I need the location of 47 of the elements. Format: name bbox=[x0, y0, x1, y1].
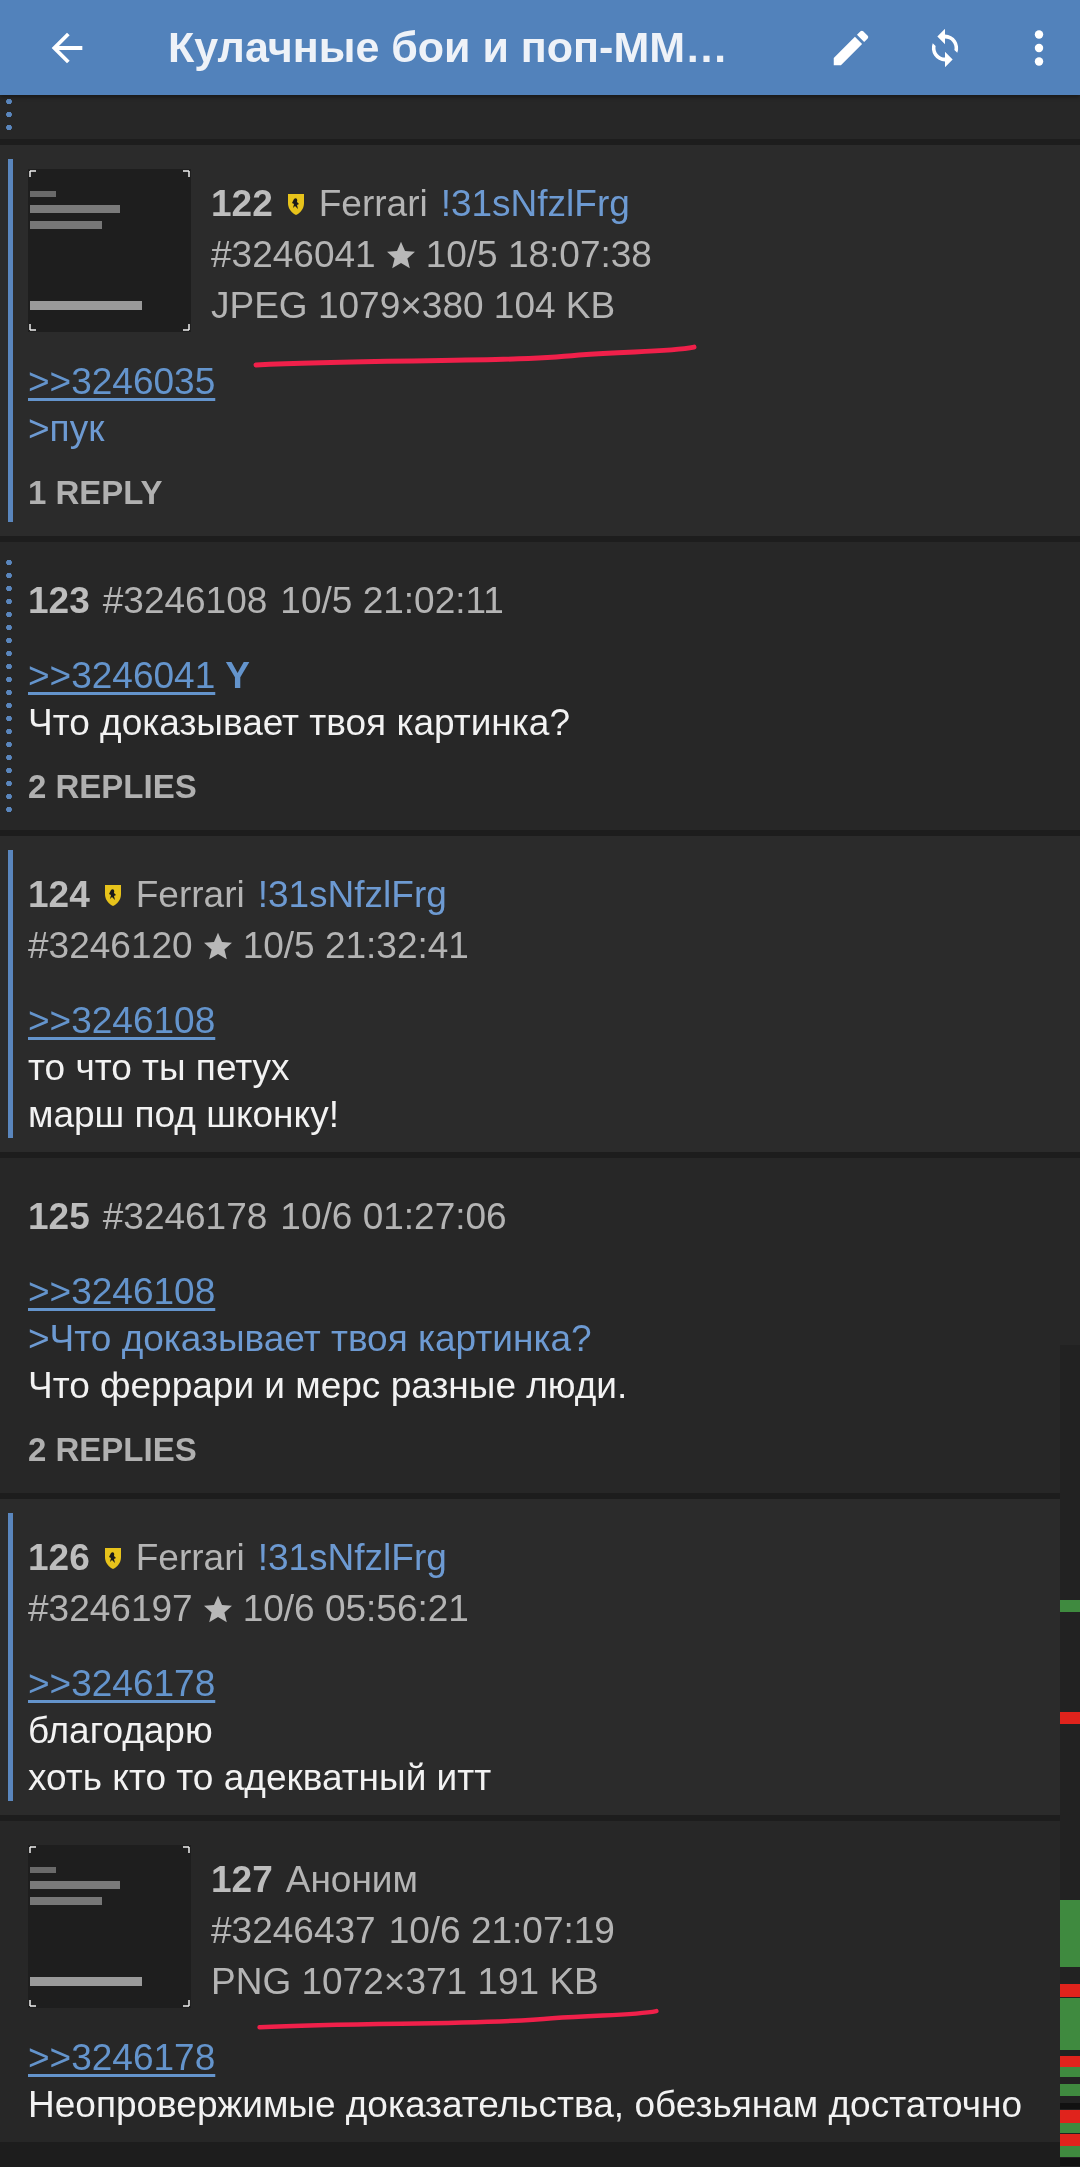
post-id: #3246197 bbox=[28, 1587, 193, 1631]
replies-button[interactable]: 1 REPLY bbox=[28, 474, 163, 512]
file-info: JPEG 1079×380 104 KB bbox=[211, 284, 616, 328]
post-id: #3246437 bbox=[211, 1909, 376, 1953]
you-mark: Y bbox=[225, 655, 250, 696]
message-text: Что доказывает твоя картинка? bbox=[28, 701, 571, 745]
quote-link[interactable]: >>3246035 bbox=[28, 361, 216, 402]
replies-button[interactable]: 2 REPLIES bbox=[28, 768, 197, 806]
quote-link[interactable]: >>3246108 bbox=[28, 1000, 216, 1041]
post-time: 10/6 21:07:19 bbox=[388, 1909, 615, 1953]
post-id: #3246108 bbox=[102, 579, 268, 623]
thread-title: Кулачные бои и поп-ММ… bbox=[168, 23, 730, 72]
post-id: #3246178 bbox=[102, 1195, 268, 1239]
poster-name: Ferrari bbox=[135, 873, 245, 917]
message-text: хоть кто то адекватный итт bbox=[28, 1756, 493, 1800]
post-number: 126 bbox=[28, 1536, 90, 1580]
message-text: Неопровержимые доказательства, обезьянам достаточно bbox=[28, 2083, 1024, 2127]
tripcode: !31sNfzlFrg bbox=[257, 873, 447, 917]
replies-button[interactable]: 2 REPLIES bbox=[28, 1431, 197, 1469]
message-text: Что феррари и мерс разные люди. bbox=[28, 1364, 629, 1408]
post-id: #3246041 bbox=[211, 233, 376, 277]
quoted-text: >Что доказывает твоя картинка? bbox=[28, 1317, 593, 1361]
post-number: 123 bbox=[28, 579, 90, 623]
post-id: #3246120 bbox=[28, 924, 193, 968]
post-number: 122 bbox=[211, 182, 273, 226]
post-time: 10/5 18:07:38 bbox=[425, 233, 652, 277]
message-text: то что ты петух bbox=[28, 1046, 291, 1090]
post-time: 10/6 05:56:21 bbox=[242, 1587, 469, 1631]
post-number: 124 bbox=[28, 873, 90, 917]
tripcode: !31sNfzlFrg bbox=[440, 182, 630, 226]
quoted-text: >пук bbox=[28, 407, 106, 451]
post-time: 10/6 01:27:06 bbox=[280, 1195, 507, 1239]
post-number: 125 bbox=[28, 1195, 90, 1239]
quote-link[interactable]: >>3246178 bbox=[28, 2037, 216, 2078]
tripcode: !31sNfzlFrg bbox=[257, 1536, 447, 1580]
post-number: 127 bbox=[211, 1858, 273, 1902]
post-time: 10/5 21:32:41 bbox=[242, 924, 469, 968]
post-time: 10/5 21:02:11 bbox=[280, 579, 504, 623]
poster-name: Ferrari bbox=[135, 1536, 245, 1580]
message-text: благодарю bbox=[28, 1709, 214, 1753]
poster-name: Аноним bbox=[285, 1858, 418, 1902]
quote-link[interactable]: >>3246041 bbox=[28, 655, 216, 696]
quote-link[interactable]: >>3246108 bbox=[28, 1271, 216, 1312]
quote-link[interactable]: >>3246178 bbox=[28, 1663, 216, 1704]
poster-name: Ferrari bbox=[318, 182, 428, 226]
message-text: марш под шконку! bbox=[28, 1093, 340, 1137]
file-info: PNG 1072×371 191 KB bbox=[211, 1960, 599, 2004]
